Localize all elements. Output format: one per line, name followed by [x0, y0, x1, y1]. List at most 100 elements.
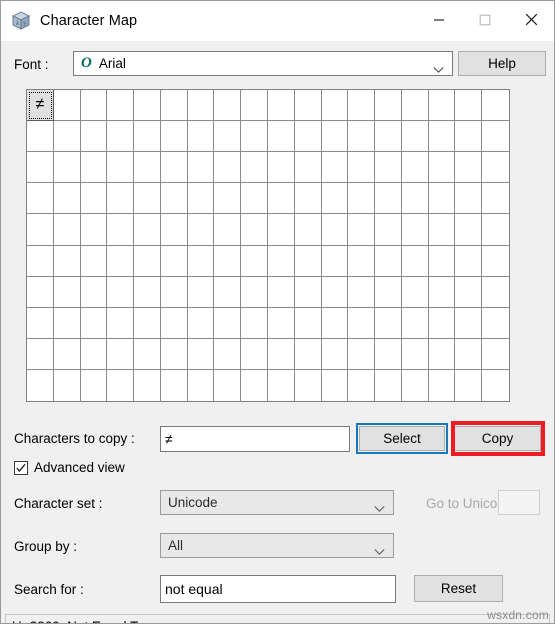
grid-cell[interactable] — [160, 245, 188, 277]
grid-cell[interactable] — [482, 90, 509, 122]
grid-cell[interactable] — [482, 152, 509, 184]
grid-cell[interactable] — [160, 338, 188, 370]
grid-cell[interactable] — [375, 90, 402, 122]
grid-cell[interactable] — [375, 214, 402, 246]
grid-cell[interactable] — [187, 152, 215, 184]
grid-cell[interactable] — [401, 369, 429, 401]
grid-cell[interactable] — [294, 369, 322, 401]
reset-button[interactable]: Reset — [414, 575, 503, 602]
grid-cell[interactable] — [321, 338, 349, 370]
grid-cell[interactable] — [348, 183, 376, 215]
grid-cell[interactable] — [294, 90, 322, 122]
grid-cell[interactable] — [268, 276, 295, 308]
grid-cell[interactable] — [428, 90, 456, 122]
grid-cell[interactable] — [134, 214, 161, 246]
grid-cell[interactable] — [348, 245, 376, 277]
grid-cell[interactable] — [294, 338, 322, 370]
grid-cell[interactable] — [27, 214, 54, 246]
grid-cell[interactable] — [428, 214, 456, 246]
grid-cell[interactable] — [321, 369, 349, 401]
grid-cell[interactable] — [80, 121, 108, 153]
grid-cell[interactable] — [375, 152, 402, 184]
grid-cell[interactable] — [53, 245, 81, 277]
grid-cell[interactable] — [134, 307, 161, 339]
grid-cell[interactable] — [53, 152, 81, 184]
grid-cell[interactable] — [375, 307, 402, 339]
grid-cell[interactable] — [160, 121, 188, 153]
grid-cell[interactable] — [107, 307, 135, 339]
grid-cell[interactable] — [214, 276, 242, 308]
grid-cell[interactable] — [241, 369, 268, 401]
grid-cell[interactable] — [268, 121, 295, 153]
grid-cell[interactable] — [53, 276, 81, 308]
grid-cell[interactable] — [187, 245, 215, 277]
grid-cell[interactable] — [348, 276, 376, 308]
grid-cell[interactable] — [80, 307, 108, 339]
grid-cell[interactable] — [401, 245, 429, 277]
grid-cell[interactable] — [401, 307, 429, 339]
grid-cell[interactable] — [482, 307, 509, 339]
grid-cell[interactable] — [27, 307, 54, 339]
grid-cell[interactable] — [455, 245, 483, 277]
grid-cell[interactable] — [455, 276, 483, 308]
grid-cell[interactable] — [241, 214, 268, 246]
go-to-unicode-input[interactable] — [498, 490, 540, 515]
characters-to-copy-input[interactable] — [160, 426, 350, 452]
grid-cell[interactable] — [401, 121, 429, 153]
grid-cell[interactable] — [241, 121, 268, 153]
grid-cell[interactable] — [241, 276, 268, 308]
grid-cell[interactable] — [53, 214, 81, 246]
grid-cell[interactable] — [455, 121, 483, 153]
grid-cell[interactable] — [482, 183, 509, 215]
grid-cell[interactable] — [241, 183, 268, 215]
character-set-dropdown[interactable]: Unicode — [160, 490, 394, 515]
grid-cell[interactable] — [375, 338, 402, 370]
grid-cell[interactable] — [294, 121, 322, 153]
grid-cell[interactable] — [321, 214, 349, 246]
grid-cell[interactable] — [455, 338, 483, 370]
grid-cell[interactable] — [53, 183, 81, 215]
grid-cell[interactable] — [241, 307, 268, 339]
grid-cell[interactable] — [294, 152, 322, 184]
grid-cell[interactable] — [80, 369, 108, 401]
grid-cell[interactable] — [268, 152, 295, 184]
grid-cell[interactable] — [53, 369, 81, 401]
grid-cell[interactable] — [214, 214, 242, 246]
grid-cell[interactable] — [241, 90, 268, 122]
grid-cell[interactable] — [214, 90, 242, 122]
grid-cell[interactable] — [107, 369, 135, 401]
grid-cell[interactable] — [214, 152, 242, 184]
maximize-button[interactable] — [462, 1, 508, 41]
grid-cell[interactable] — [134, 90, 161, 122]
font-combobox[interactable]: O Arial — [73, 51, 453, 76]
grid-cell[interactable] — [80, 338, 108, 370]
grid-cell[interactable] — [214, 121, 242, 153]
grid-cell[interactable] — [348, 369, 376, 401]
grid-cell[interactable] — [107, 183, 135, 215]
grid-cell[interactable] — [107, 121, 135, 153]
grid-cell[interactable] — [80, 90, 108, 122]
grid-cell[interactable] — [134, 276, 161, 308]
grid-cell[interactable] — [348, 121, 376, 153]
grid-cell[interactable] — [107, 152, 135, 184]
grid-cell[interactable] — [214, 338, 242, 370]
grid-cell[interactable] — [27, 338, 54, 370]
grid-cell[interactable] — [428, 245, 456, 277]
select-button[interactable]: Select — [359, 426, 445, 451]
grid-cell[interactable] — [187, 121, 215, 153]
grid-cell[interactable] — [160, 276, 188, 308]
grid-cell[interactable] — [80, 152, 108, 184]
grid-cell[interactable] — [107, 245, 135, 277]
character-grid[interactable]: ≠ — [26, 89, 510, 402]
grid-cell[interactable] — [107, 214, 135, 246]
grid-cell[interactable] — [27, 245, 54, 277]
minimize-button[interactable] — [416, 1, 462, 41]
grid-cell[interactable] — [321, 183, 349, 215]
grid-cell[interactable] — [294, 276, 322, 308]
grid-cell[interactable] — [214, 369, 242, 401]
grid-cell[interactable] — [187, 276, 215, 308]
grid-cell[interactable] — [428, 183, 456, 215]
grid-cell[interactable] — [160, 214, 188, 246]
grid-cell[interactable] — [348, 338, 376, 370]
grid-cell[interactable] — [401, 152, 429, 184]
